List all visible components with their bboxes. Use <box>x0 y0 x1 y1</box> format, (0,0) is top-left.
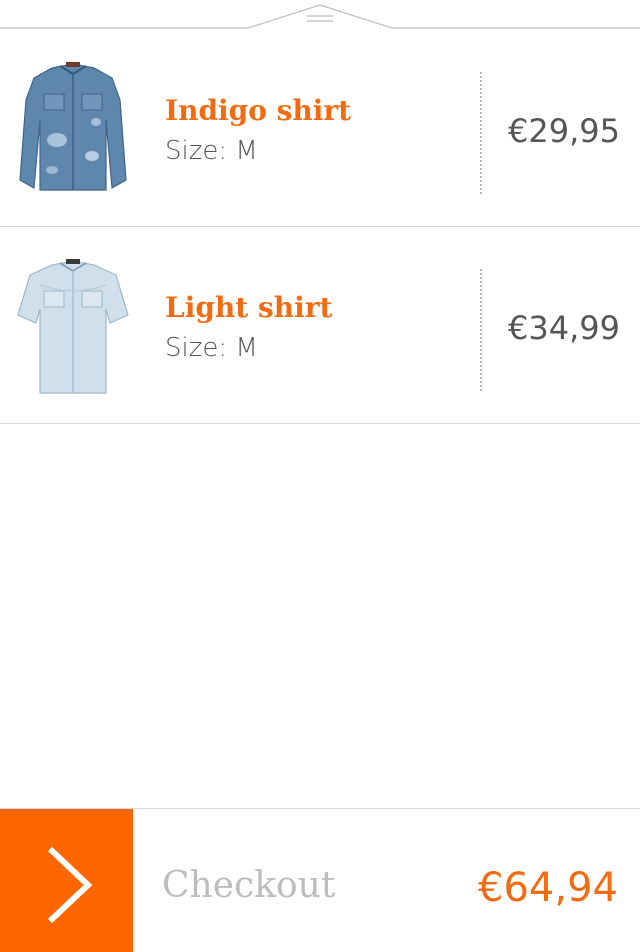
item-price: €29,95 <box>508 112 620 150</box>
cart-item[interactable]: Light shirt Size: M €34,99 <box>0 227 640 424</box>
item-name: Indigo shirt <box>165 94 352 127</box>
checkout-bar: Checkout €64,94 <box>0 808 640 952</box>
item-size: Size: M <box>165 333 258 363</box>
product-thumbnail <box>12 60 134 200</box>
item-divider <box>480 72 482 194</box>
item-name: Light shirt <box>165 291 333 324</box>
item-size: Size: M <box>165 136 258 166</box>
checkout-label[interactable]: Checkout <box>162 865 335 906</box>
product-thumbnail <box>12 257 134 397</box>
pull-handle[interactable] <box>0 0 640 32</box>
pull-handle-icon <box>0 4 640 29</box>
item-divider <box>480 269 482 391</box>
chevron-right-icon <box>47 846 93 924</box>
checkout-button[interactable] <box>0 809 133 952</box>
item-price: €34,99 <box>508 309 620 347</box>
cart-list: Indigo shirt Size: M €29,95 Light shirt … <box>0 30 640 424</box>
cart-item[interactable]: Indigo shirt Size: M €29,95 <box>0 30 640 227</box>
checkout-total: €64,94 <box>478 865 618 911</box>
